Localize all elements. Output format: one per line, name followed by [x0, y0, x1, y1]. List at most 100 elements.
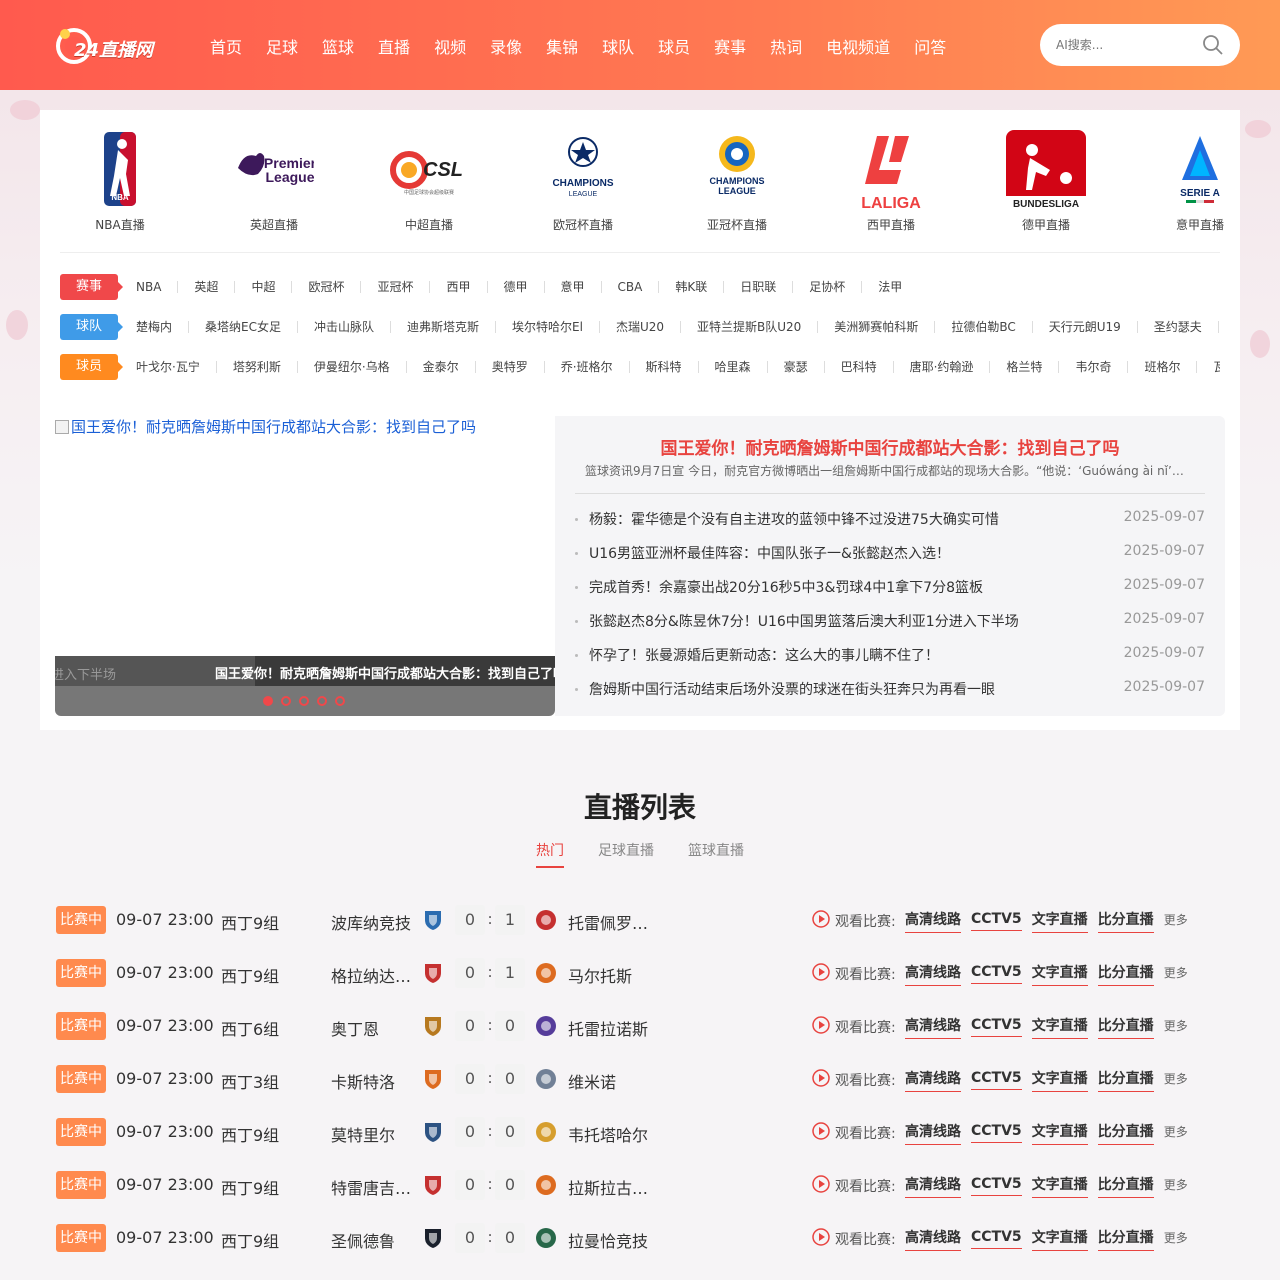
news-item[interactable]: U16男篮亚洲杯最佳阵容：中国队张子一&张懿赵杰入选！ 2025-09-07 [575, 542, 1205, 576]
tag-link[interactable]: CBA [602, 281, 660, 293]
match-league[interactable]: 西丁3组 [221, 1069, 279, 1093]
tag-link[interactable]: 亚特兰提斯B队U20 [681, 321, 819, 333]
away-team-name[interactable]: 马尔托斯 [568, 963, 652, 987]
text-live-link[interactable]: 文字直播 [1031, 962, 1088, 986]
league-item-premier-league[interactable]: Premier League 英超直播 [214, 128, 334, 238]
nav-link[interactable]: 电视频道 [826, 34, 890, 58]
tag-link[interactable]: 迪弗斯塔克斯 [391, 321, 497, 333]
news-item-title[interactable]: 怀孕了！张曼源婚后更新动态：这么大的事儿瞒不住了！ [589, 645, 939, 665]
search-input[interactable] [1056, 35, 1206, 55]
slider-dot[interactable] [317, 696, 327, 706]
more-link[interactable]: 更多 [1164, 1070, 1188, 1090]
hd-stream-link[interactable]: 高清线路 [905, 1068, 961, 1092]
tag-link[interactable]: 格兰特 [990, 361, 1060, 373]
home-team-name[interactable]: 圣佩德鲁 [331, 1228, 415, 1252]
tag-link[interactable]: 欧冠杯 [292, 281, 362, 293]
hd-stream-link[interactable]: 高清线路 [905, 909, 961, 933]
more-link[interactable]: 更多 [1164, 964, 1188, 984]
match-row[interactable]: 比赛中 09-07 23:00 西丁3组 卡斯特洛 0:0 维米诺 观看比赛: 高清线路 CCT… [56, 1059, 1226, 1112]
away-team-name[interactable]: 维米诺 [568, 1069, 652, 1093]
site-logo-text[interactable]: 24直播网 [74, 36, 153, 62]
tag-link[interactable]: 桑塔纳EC女足 [189, 321, 298, 333]
match-league[interactable]: 西丁9组 [221, 1122, 279, 1146]
match-league[interactable]: 西丁9组 [221, 910, 279, 934]
tag-link[interactable]: 杰瑞U20 [600, 321, 681, 333]
more-link[interactable]: 更多 [1164, 1229, 1188, 1249]
news-slider[interactable]: 国王爱你！耐克晒詹姆斯中国行成都站大合影：找到自己了吗 进入下半场 国王爱你！耐… [55, 416, 555, 716]
tag-link[interactable]: 豪瑟 [768, 361, 825, 373]
tab-football-live[interactable]: 足球直播 [598, 840, 654, 868]
nav-link[interactable]: 赛事 [714, 34, 746, 58]
tag-link[interactable]: 哈里森 [699, 361, 768, 373]
league-item-afc-champions-league[interactable]: CHAMPIONS LEAGUE 亚冠杯直播 [677, 128, 797, 238]
cctv5-link[interactable]: CCTV5 [971, 964, 1022, 984]
match-league[interactable]: 西丁9组 [221, 1228, 279, 1252]
tag-link[interactable]: 天行元朗U19 [1033, 321, 1138, 333]
news-item-title[interactable]: 詹姆斯中国行活动结束后场外没票的球迷在街头狂奔只为再看一眼 [589, 679, 995, 699]
match-league[interactable]: 西丁9组 [221, 963, 279, 987]
tag-link[interactable]: NBA [136, 281, 179, 293]
tag-link[interactable]: 英超 [178, 281, 236, 293]
cctv5-link[interactable]: CCTV5 [971, 1229, 1022, 1249]
tag-link[interactable]: 伊曼纽尔·乌格 [298, 361, 407, 373]
text-live-link[interactable]: 文字直播 [1031, 1068, 1088, 1092]
away-team-name[interactable]: 韦托塔哈尔 [568, 1122, 652, 1146]
news-headline[interactable]: 国王爱你！耐克晒詹姆斯中国行成都站大合影：找到自己了吗 [555, 434, 1225, 459]
slider-dot[interactable] [299, 696, 309, 706]
tag-link[interactable]: 韦尔奇 [1059, 361, 1129, 373]
nav-link[interactable]: 热词 [770, 34, 802, 58]
tag-link[interactable]: 冲击山脉队 [298, 321, 391, 333]
tag-link[interactable]: 西甲 [430, 281, 488, 293]
hd-stream-link[interactable]: 高清线路 [905, 1174, 961, 1198]
news-item-title[interactable]: 张懿赵杰8分&陈昱休7分！U16中国男篮落后澳大利亚1分进入下半场 [589, 611, 1019, 631]
tag-link[interactable]: 埃尔特哈尔El [496, 321, 600, 333]
tag-link[interactable]: 奥特罗 [476, 361, 545, 373]
league-item-serie-a[interactable]: SERIE A 意甲直播 [1140, 128, 1260, 238]
home-team-name[interactable]: 特雷唐吉米诺 [331, 1175, 415, 1199]
text-live-link[interactable]: 文字直播 [1031, 1121, 1088, 1145]
more-link[interactable]: 更多 [1164, 1176, 1188, 1196]
news-item[interactable]: 怀孕了！张曼源婚后更新动态：这么大的事儿瞒不住了！ 2025-09-07 [575, 644, 1205, 678]
text-live-link[interactable]: 文字直播 [1031, 1015, 1088, 1039]
home-team-name[interactable]: 莫特里尔 [331, 1122, 415, 1146]
cctv5-link[interactable]: CCTV5 [971, 1176, 1022, 1196]
more-link[interactable]: 更多 [1164, 1123, 1188, 1143]
slider-dot[interactable] [335, 696, 345, 706]
match-league[interactable]: 西丁9组 [221, 1175, 279, 1199]
tag-link[interactable]: 巴科特 [825, 361, 894, 373]
slider-caption[interactable]: 国王爱你！耐克晒詹姆斯中国行成都站大合影：找到自己了吗 [215, 663, 555, 682]
cctv5-link[interactable]: CCTV5 [971, 1017, 1022, 1037]
nav-link[interactable]: 球员 [658, 34, 690, 58]
score-live-link[interactable]: 比分直播 [1097, 1174, 1154, 1198]
tag-link[interactable]: 韩K联 [659, 281, 725, 293]
league-item-bundesliga[interactable]: BUNDESLIGA 德甲直播 [986, 128, 1106, 238]
news-item-title[interactable]: 完成首秀！余嘉豪出战20分16秒5中3&罚球4中1拿下7分8篮板 [589, 577, 983, 597]
nav-link[interactable]: 问答 [914, 34, 946, 58]
tab-basketball-live[interactable]: 篮球直播 [688, 840, 744, 868]
tag-link[interactable]: 乔·班格尔 [545, 361, 630, 373]
nav-link[interactable]: 集锦 [546, 34, 578, 58]
tag-link[interactable]: 斯科特 [630, 361, 699, 373]
news-item[interactable]: 完成首秀！余嘉豪出战20分16秒5中3&罚球4中1拿下7分8篮板 2025-09… [575, 576, 1205, 610]
tag-link[interactable]: 唐耶·约翰逊 [894, 361, 991, 373]
tag-link[interactable]: 法甲 [862, 281, 918, 293]
match-row[interactable]: 比赛中 09-07 23:00 西丁9组 格拉纳达B队 0:1 马尔托斯 观看比赛: 高清线路… [56, 953, 1226, 1006]
nav-link[interactable]: 球队 [602, 34, 634, 58]
tag-link[interactable]: 意甲 [545, 281, 602, 293]
cctv5-link[interactable]: CCTV5 [971, 1123, 1022, 1143]
more-link[interactable]: 更多 [1164, 1017, 1188, 1037]
tag-link[interactable]: 塔努利斯 [217, 361, 298, 373]
news-item-title[interactable]: U16男篮亚洲杯最佳阵容：中国队张子一&张懿赵杰入选！ [589, 543, 950, 563]
news-item[interactable]: 张懿赵杰8分&陈昱休7分！U16中国男篮落后澳大利亚1分进入下半场 2025-0… [575, 610, 1205, 644]
tag-link[interactable]: 楚梅内 [136, 321, 190, 333]
league-item-laliga[interactable]: LALIGA 西甲直播 [831, 128, 951, 238]
tag-link[interactable]: 圣约瑟夫 [1138, 321, 1219, 333]
league-item-csl[interactable]: CSL 中国足球协会超级联赛 中超直播 [369, 128, 489, 238]
home-team-name[interactable]: 卡斯特洛 [331, 1069, 415, 1093]
nav-link[interactable]: 视频 [434, 34, 466, 58]
tag-link[interactable]: 金泰尔 [407, 361, 476, 373]
text-live-link[interactable]: 文字直播 [1031, 1174, 1088, 1198]
match-row[interactable]: 比赛中09-07 23:00西丁9组波库纳竞技0:1托雷佩罗尼斯观看比赛:高清线… [56, 900, 1226, 953]
tag-link[interactable]: 日职联 [724, 281, 794, 293]
match-row[interactable]: 比赛中09-07 23:00西丁9组特雷唐吉米诺0:0拉斯拉古纳斯观看比赛:高清… [56, 1165, 1226, 1218]
